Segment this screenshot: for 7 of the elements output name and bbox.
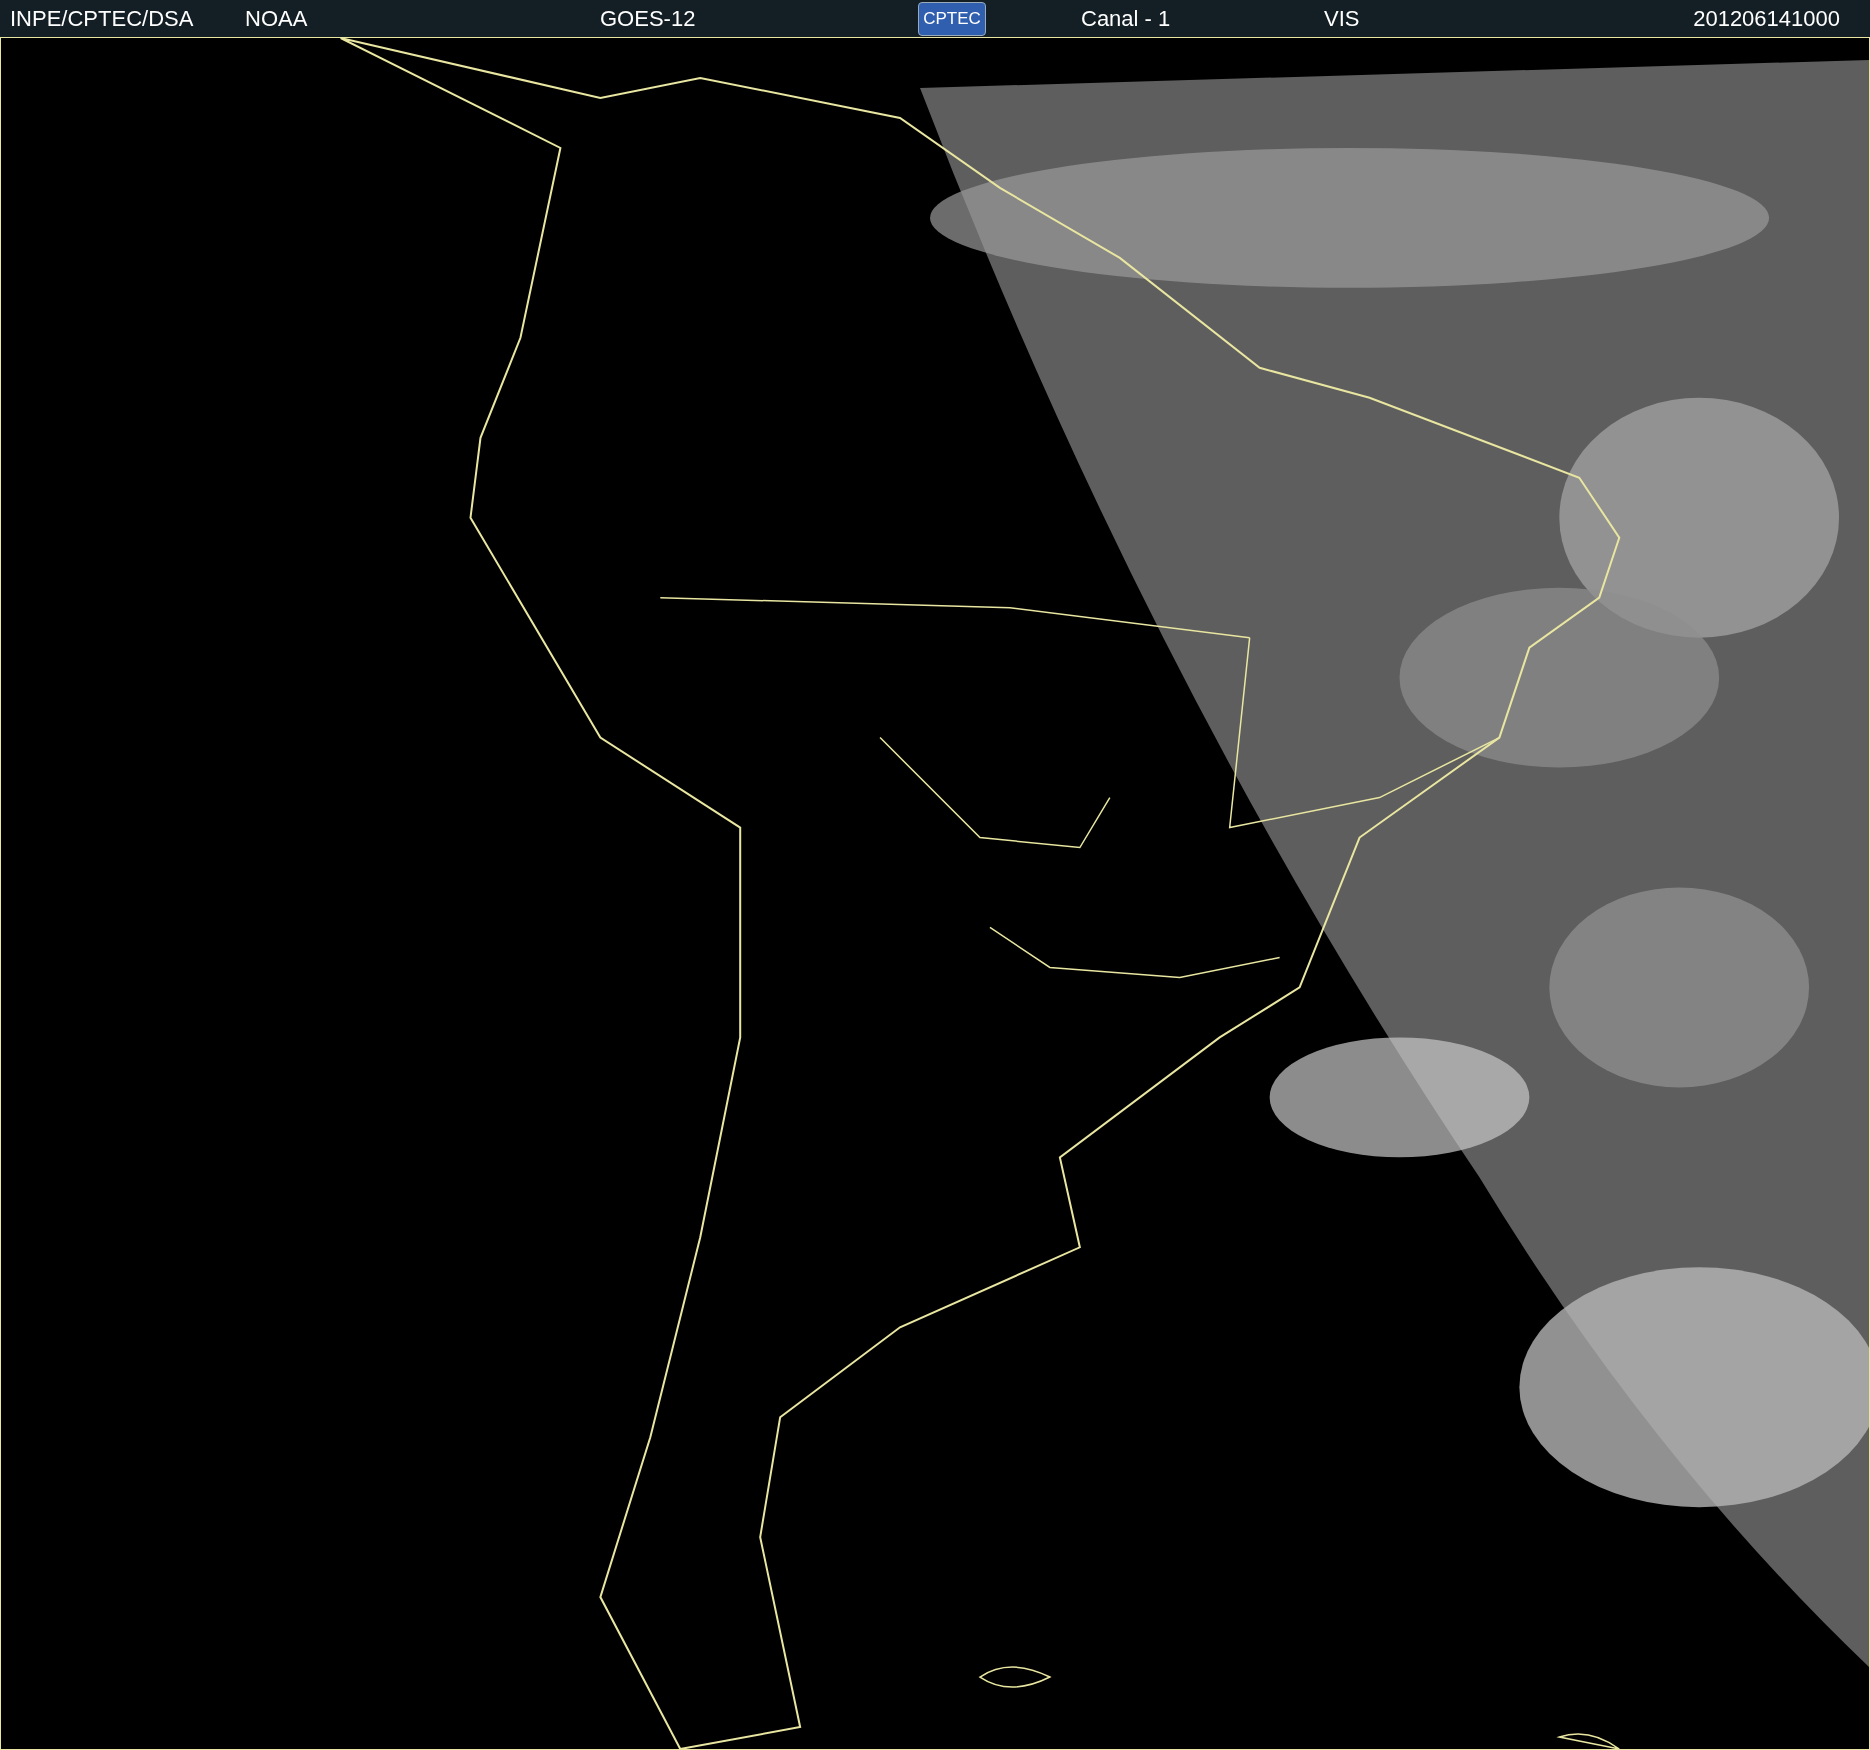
band-label: VIS <box>1324 7 1360 30</box>
agency-label: NOAA <box>245 7 309 30</box>
source-label: INPE/CPTEC/DSA <box>10 7 195 30</box>
satellite-label: GOES-12 <box>600 7 697 30</box>
timestamp-label: 201206141000 <box>1693 7 1840 30</box>
logo: CPTEC <box>918 1 986 36</box>
channel-label: Canal - 1 <box>1081 7 1172 30</box>
